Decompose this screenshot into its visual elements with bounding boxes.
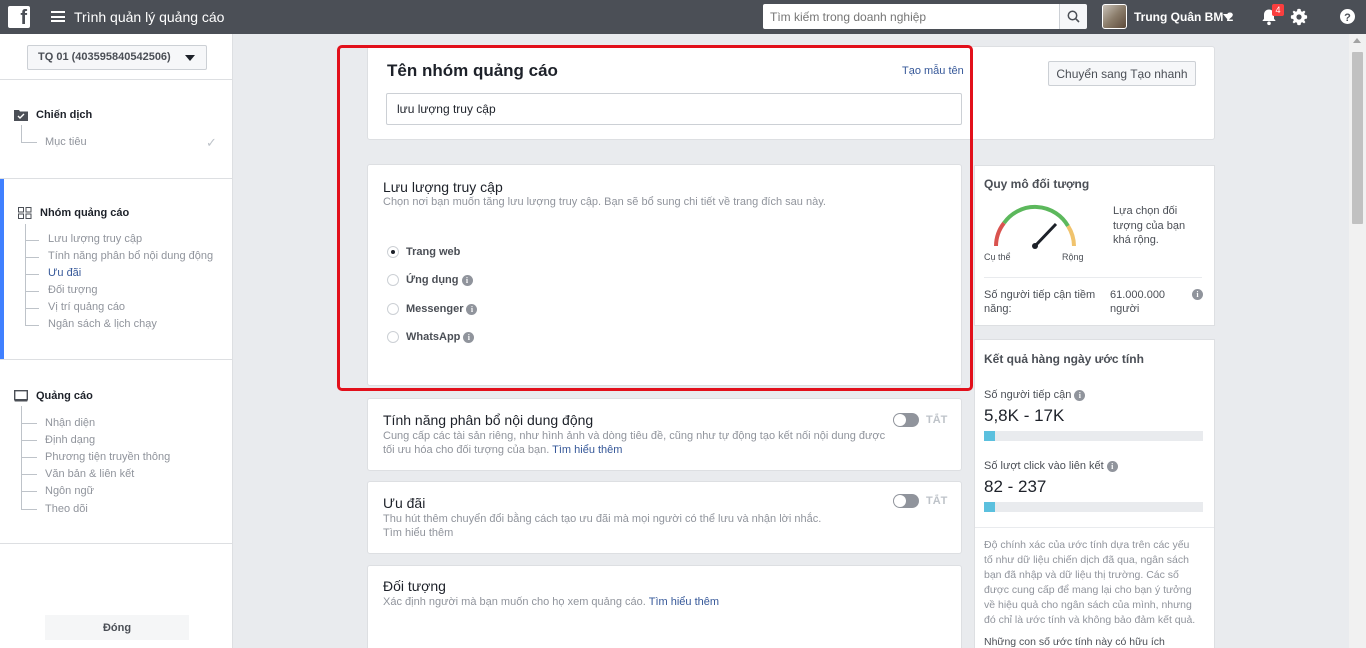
sidebar-item-traffic[interactable]: Lưu lượng truy cập [48,233,142,245]
divider [0,178,233,179]
clicks-label: Số lượt click vào liên kết i [984,459,1118,474]
sidebar-item-placements[interactable]: Vị trí quảng cáo [48,301,125,313]
dynamic-creative-desc-1: Cung cấp các tài sản riêng, như hình ảnh… [383,430,886,442]
highlight-box [337,45,973,391]
gauge-needle [1033,222,1058,248]
account-label: TQ 01 (403595840542506) [38,51,171,63]
sidebar-item-format[interactable]: Định dạng [45,434,95,446]
audience-note-2: tượng của bạn [1113,220,1186,232]
offer-desc: Thu hút thêm chuyển đổi bằng cách tạo ưu… [383,513,822,525]
offer-toggle[interactable] [893,494,919,508]
sidebar-item-identity[interactable]: Nhận diện [45,417,95,429]
clicks-bar [984,502,1203,512]
divider [0,543,233,544]
gauge-right-label: Rộng [1062,252,1084,262]
sidebar-item-audience[interactable]: Đối tượng [48,284,97,296]
top-navigation-bar: f Trình quản lý quảng cáo Trung Quân BM … [0,0,1366,34]
scroll-up-icon[interactable] [1353,38,1361,43]
sidebar-item-text-links[interactable]: Văn bản & liên kết [45,468,134,480]
clicks-value: 82 - 237 [984,477,1047,496]
scrollbar-thumb[interactable] [1352,52,1363,224]
reach-bar-fill [984,431,995,441]
facebook-logo-icon[interactable]: f [8,6,30,29]
gauge-left-label: Cụ thể [984,252,1011,262]
sidebar-item-budget-schedule[interactable]: Ngân sách & lịch chạy [48,318,157,330]
reach-bar [984,431,1203,441]
account-selector[interactable]: TQ 01 (403595840542506) [27,45,207,70]
active-section-indicator [0,179,4,359]
gear-icon[interactable] [1290,8,1308,26]
offer-title: Ưu đãi [383,495,426,511]
toggle-state-label: TẮT [926,495,948,507]
estimate-feedback-link[interactable]: Những con số ước tính này có hữu ích [984,635,1165,648]
divider [0,359,233,360]
user-name[interactable]: Trung Quân BM 2 [1134,10,1233,24]
search-button[interactable] [1059,4,1087,29]
daily-results-title: Kết quả hàng ngày ước tính [984,352,1144,366]
info-icon[interactable]: i [1106,461,1118,472]
chevron-down-icon[interactable] [1223,14,1233,20]
sidebar-item-dynamic-creative[interactable]: Tính năng phân bổ nội dung động [48,250,213,262]
audience-size-title: Quy mô đối tượng [984,177,1090,191]
monitor-icon [14,390,28,402]
clicks-bar-fill [984,502,995,512]
sidebar-item-tracking[interactable]: Theo dõi [45,503,88,515]
audience-gauge [994,204,1076,249]
dynamic-creative-toggle[interactable] [893,413,919,427]
search-icon [1067,10,1080,23]
reach-value: 5,8K - 17K [984,406,1065,425]
dynamic-creative-title: Tính năng phân bổ nội dung động [383,412,594,428]
sidebar-section-campaign[interactable]: Chiến dịch [14,109,92,121]
info-icon[interactable]: i [1192,289,1203,300]
menu-icon[interactable] [51,11,65,22]
switch-to-quick-creation-button[interactable]: Chuyển sang Tạo nhanh [1048,61,1196,86]
avatar[interactable] [1102,4,1127,29]
sidebar-section-ad[interactable]: Quảng cáo [14,390,93,402]
divider [0,79,233,80]
sidebar-item-media[interactable]: Phương tiện truyền thông [45,451,170,463]
help-icon[interactable]: ? [1339,8,1356,25]
dynamic-creative-desc-2: tối ưu hóa cho đối tượng của bạn. Tìm hi… [383,444,623,456]
folder-check-icon [14,110,28,121]
grid-icon [18,207,32,219]
audience-note-3: khá rộng. [1113,234,1159,246]
sidebar-item-offer[interactable]: Ưu đãi [48,267,81,279]
audience-note-1: Lựa chọn đối [1113,205,1178,217]
learn-more-link[interactable]: Tìm hiểu thêm [383,526,453,541]
check-icon: ✓ [206,135,217,150]
estimate-disclaimer: Độ chính xác của ước tính dựa trên các y… [984,539,1196,626]
potential-reach-value-1: 61.000.000 [1110,289,1166,301]
sidebar-item-objective[interactable]: Mục tiêu [45,136,87,148]
learn-more-link[interactable]: Tìm hiểu thêm [649,596,719,608]
chevron-down-icon [185,55,195,61]
toggle-state-label: TẮT [926,414,948,426]
left-sidebar: TQ 01 (403595840542506) Chiến dịch Mục t… [0,34,233,648]
svg-text:?: ? [1344,12,1351,24]
search-input[interactable] [763,4,1059,29]
sidebar-section-adset[interactable]: Nhóm quảng cáo [18,207,129,219]
audience-desc: Xác định người mà bạn muốn cho họ xem qu… [383,596,720,608]
info-icon[interactable]: i [1074,390,1086,401]
potential-reach-value-2: người [1110,303,1140,315]
audience-title: Đối tượng [383,578,446,594]
close-button[interactable]: Đóng [45,615,189,640]
potential-reach-label-1: Số người tiếp cận tiềm [984,289,1096,301]
learn-more-link[interactable]: Tìm hiểu thêm [552,444,622,456]
potential-reach-label-2: năng: [984,303,1012,315]
notification-badge: 4 [1272,4,1284,16]
app-title[interactable]: Trình quản lý quảng cáo [74,9,224,25]
reach-label: Số người tiếp cận i [984,388,1086,403]
sidebar-item-language[interactable]: Ngôn ngữ [45,485,94,497]
